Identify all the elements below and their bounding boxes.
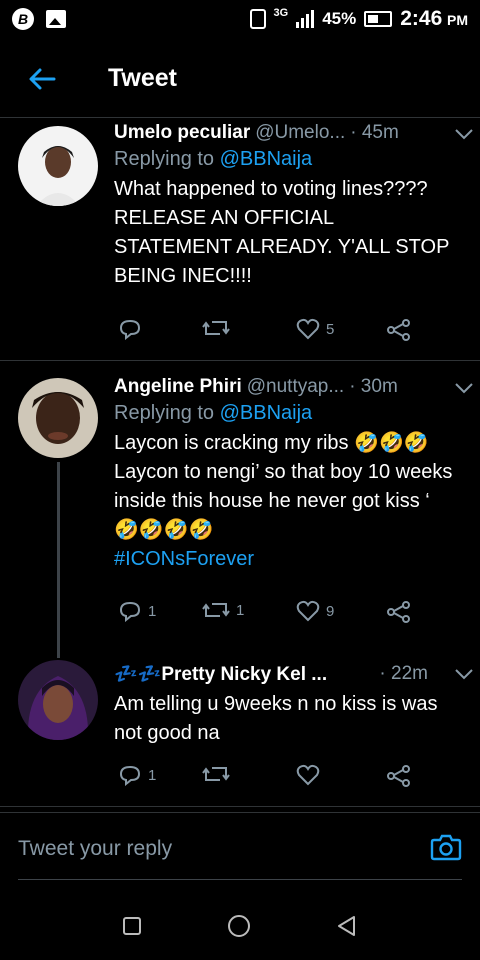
system-nav-bar: [0, 892, 480, 960]
tweet-item[interactable]: 💤💤Pretty Nicky Kel ... · 22m Am telling …: [0, 656, 480, 804]
author-name[interactable]: Umelo peculiar: [114, 122, 250, 144]
input-underline: [18, 879, 462, 880]
reply-button[interactable]: [118, 318, 148, 340]
author-name[interactable]: 💤💤Pretty Nicky Kel ...: [114, 662, 327, 686]
share-button[interactable]: [386, 600, 412, 624]
app-notification-icon: B: [12, 8, 34, 30]
share-icon: [387, 319, 410, 341]
share-icon: [387, 765, 410, 787]
replying-to: Replying to @BBNaija: [114, 148, 313, 170]
tweet-time: · 22m: [379, 663, 428, 684]
chevron-down-icon[interactable]: [454, 382, 474, 394]
retweet-button[interactable]: [202, 318, 236, 338]
back-button[interactable]: [0, 40, 84, 118]
author-handle[interactable]: @nuttyap...: [247, 376, 344, 398]
reply-count: 1: [148, 766, 157, 784]
tweet-item[interactable]: Angeline Phiri @nuttyap... · 30m Replyin…: [0, 372, 480, 652]
avatar[interactable]: [18, 126, 98, 206]
like-button[interactable]: [296, 764, 326, 786]
avatar[interactable]: [18, 660, 98, 740]
share-icon: [387, 601, 410, 623]
recents-square-icon[interactable]: [121, 915, 143, 937]
tweet-item[interactable]: Umelo peculiar @Umelo... · 45m Replying …: [0, 118, 480, 360]
share-button[interactable]: [386, 318, 412, 342]
tweet-text: Laycon is cracking my ribs 🤣🤣🤣 Laycon to…: [114, 429, 459, 574]
signal-icon: [296, 10, 315, 28]
retweet-icon: [202, 603, 230, 617]
clock-time: 2:46: [400, 7, 443, 30]
image-notification-icon: [46, 10, 66, 28]
home-circle-icon[interactable]: [226, 913, 252, 939]
camera-icon[interactable]: [430, 833, 462, 861]
like-count: 5: [326, 320, 335, 338]
like-button[interactable]: 5: [296, 318, 334, 340]
like-count: 9: [326, 602, 335, 620]
reply-count: 1: [148, 602, 157, 620]
status-bar: B 3G 45% 2:46 PM: [0, 0, 480, 38]
author-name[interactable]: Angeline Phiri: [114, 376, 242, 398]
heart-icon: [296, 764, 320, 786]
reply-composer: [0, 812, 480, 892]
retweet-count: 1: [236, 601, 245, 619]
reply-icon: [119, 319, 141, 340]
reply-icon: [119, 765, 141, 786]
tweet-time: · 30m: [349, 376, 398, 397]
page-title: Tweet: [108, 64, 177, 92]
retweet-button[interactable]: [202, 764, 236, 784]
heart-icon: [296, 318, 320, 340]
tweet-text: Am telling u 9weeks n no kiss is was not…: [114, 693, 438, 744]
battery-percent: 45%: [322, 9, 357, 28]
battery-icon: [364, 11, 393, 27]
retweet-icon: [202, 321, 230, 335]
chevron-down-icon[interactable]: [454, 668, 474, 680]
reply-button[interactable]: 1: [118, 764, 156, 786]
like-button[interactable]: 9: [296, 600, 334, 622]
divider: [0, 806, 480, 807]
retweet-icon: [202, 767, 230, 781]
avatar[interactable]: [18, 378, 98, 458]
arrow-left-icon: [29, 68, 56, 89]
author-handle[interactable]: @Umelo...: [255, 122, 345, 144]
replying-to: Replying to @BBNaija: [114, 402, 313, 424]
tweet-text: What happened to voting lines???? RELEAS…: [114, 178, 450, 287]
tweet-time: · 45m: [350, 122, 399, 143]
retweet-button[interactable]: 1: [202, 600, 244, 620]
chevron-down-icon[interactable]: [454, 128, 474, 140]
reply-icon: [119, 601, 141, 622]
share-button[interactable]: [386, 764, 412, 788]
divider: [0, 360, 480, 361]
mention-link[interactable]: @BBNaija: [220, 148, 313, 170]
hashtag-link[interactable]: #ICONsForever: [114, 545, 459, 574]
mention-link[interactable]: @BBNaija: [220, 402, 313, 424]
clock-ampm: PM: [447, 12, 468, 28]
reply-button[interactable]: 1: [118, 600, 156, 622]
heart-icon: [296, 600, 320, 622]
vibrate-icon: [249, 9, 266, 29]
top-app-bar: Tweet: [0, 40, 480, 118]
reply-input[interactable]: [18, 837, 398, 861]
back-triangle-icon[interactable]: [335, 914, 359, 938]
network-type: 3G: [273, 7, 289, 19]
